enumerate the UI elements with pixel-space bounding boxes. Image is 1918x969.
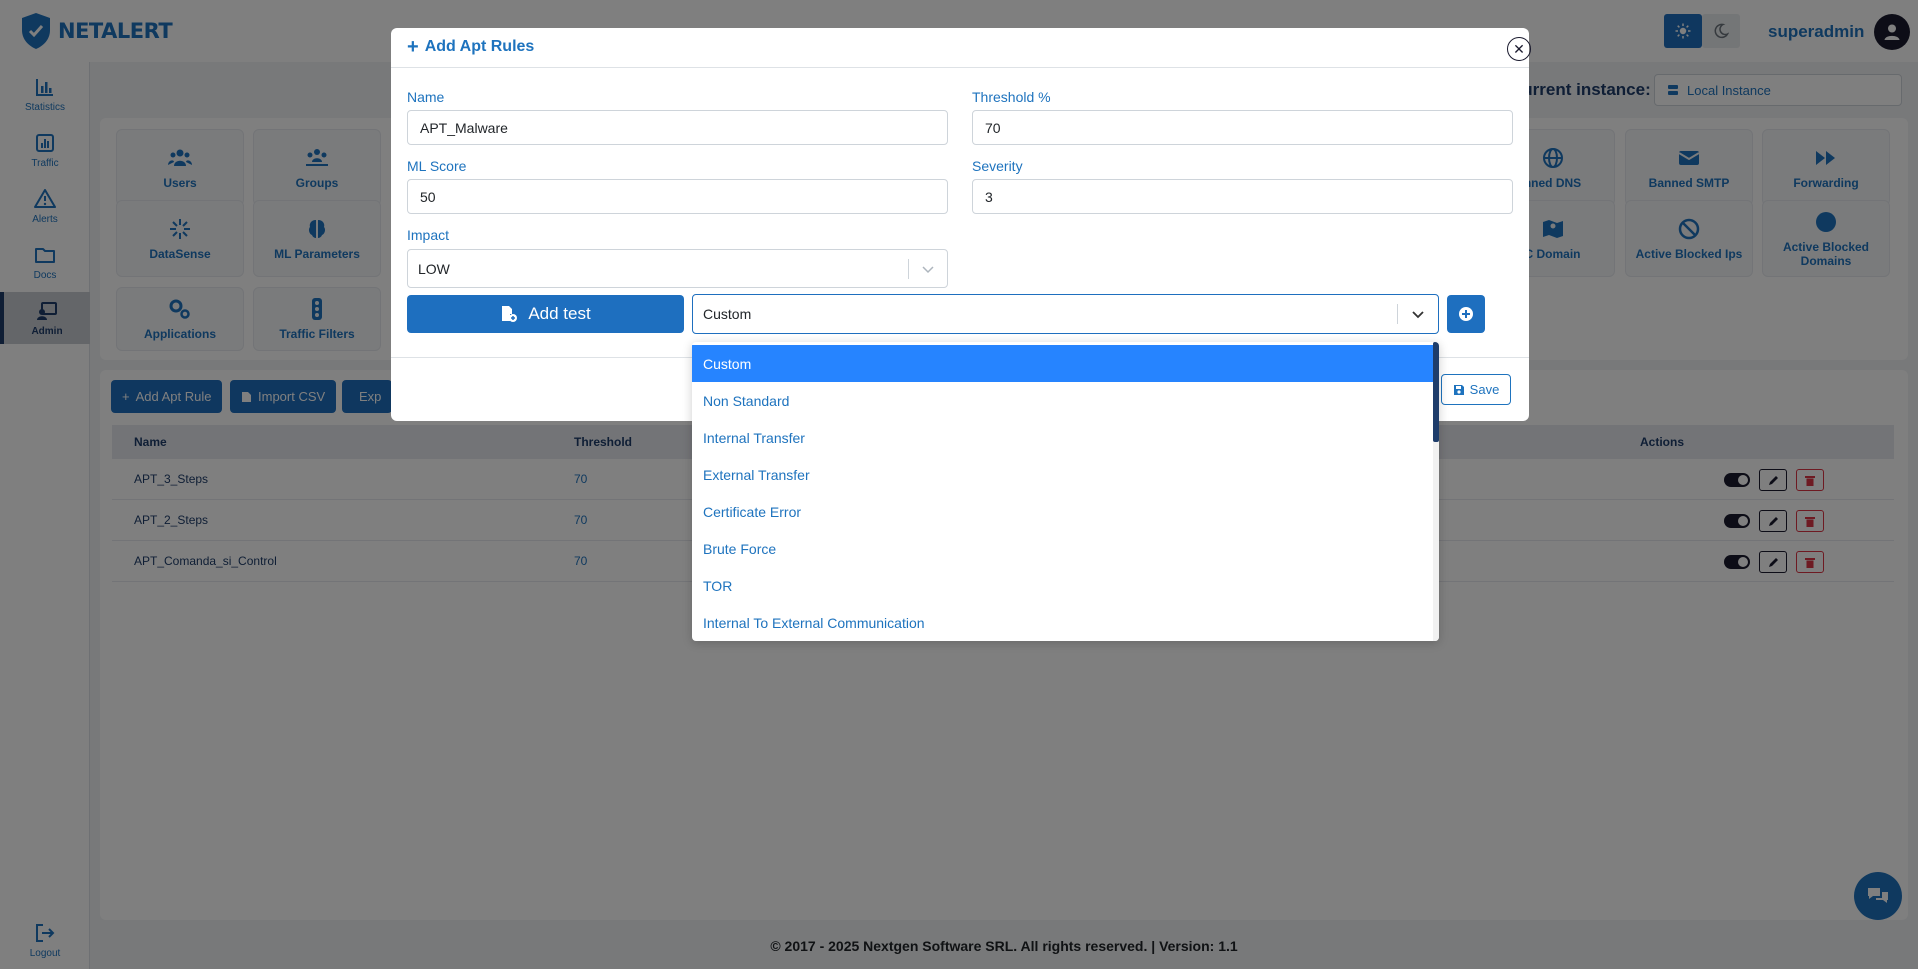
add-test-label: Add test: [528, 304, 591, 323]
scrollbar-thumb[interactable]: [1433, 342, 1439, 442]
option-non-standard[interactable]: Non Standard: [692, 382, 1433, 419]
option-custom[interactable]: Custom: [692, 345, 1433, 382]
impact-label: Impact: [407, 227, 450, 243]
option-internal-to-external[interactable]: Internal To External Communication: [692, 604, 1433, 641]
option-label: TOR: [703, 577, 733, 594]
ml-score-input[interactable]: [407, 179, 948, 214]
select-separator: [908, 259, 909, 279]
file-add-icon: [502, 306, 518, 322]
option-brute-force[interactable]: Brute Force: [692, 530, 1433, 567]
threshold-label: Threshold %: [972, 89, 1051, 105]
test-type-menu: Custom Non Standard Internal Transfer Ex…: [692, 342, 1439, 641]
plus-icon: +: [407, 36, 419, 58]
plus-circle-icon: [1459, 307, 1473, 321]
option-internal-transfer[interactable]: Internal Transfer: [692, 419, 1433, 456]
chevron-down-icon[interactable]: [920, 260, 936, 278]
option-label: Brute Force: [703, 540, 777, 557]
option-label: External Transfer: [703, 466, 810, 483]
modal-header: + Add Apt Rules ✕: [391, 28, 1531, 68]
option-external-transfer[interactable]: External Transfer: [692, 456, 1433, 493]
select-separator: [1397, 304, 1398, 324]
save-button[interactable]: Save: [1441, 374, 1511, 405]
option-label: Certificate Error: [703, 503, 802, 520]
option-label: Internal To External Communication: [703, 614, 925, 631]
impact-select[interactable]: LOW: [407, 249, 948, 288]
test-type-select[interactable]: Custom: [692, 294, 1439, 334]
name-label: Name: [407, 89, 445, 105]
option-label: Internal Transfer: [703, 429, 805, 446]
ml-score-label: ML Score: [407, 158, 467, 174]
save-label: Save: [1469, 382, 1500, 397]
chevron-down-icon[interactable]: [1410, 306, 1426, 324]
name-input[interactable]: [407, 110, 948, 145]
menu-scrollbar[interactable]: [1433, 342, 1439, 641]
test-type-value: Custom: [703, 306, 752, 322]
option-tor[interactable]: TOR: [692, 567, 1433, 604]
impact-value: LOW: [418, 260, 450, 277]
close-button[interactable]: ✕: [1507, 37, 1531, 61]
modal-title: + Add Apt Rules: [407, 36, 535, 58]
threshold-input[interactable]: [972, 110, 1513, 145]
severity-label: Severity: [972, 158, 1023, 174]
close-icon: ✕: [1513, 40, 1525, 57]
severity-input[interactable]: [972, 179, 1513, 214]
floppy-icon: [1453, 384, 1464, 395]
modal-title-text: Add Apt Rules: [424, 38, 535, 55]
option-label: Non Standard: [703, 392, 790, 409]
add-test-plus-button[interactable]: [1447, 295, 1485, 333]
option-label: Custom: [703, 355, 752, 372]
add-test-button[interactable]: Add test: [407, 295, 684, 333]
option-certificate-error[interactable]: Certificate Error: [692, 493, 1433, 530]
